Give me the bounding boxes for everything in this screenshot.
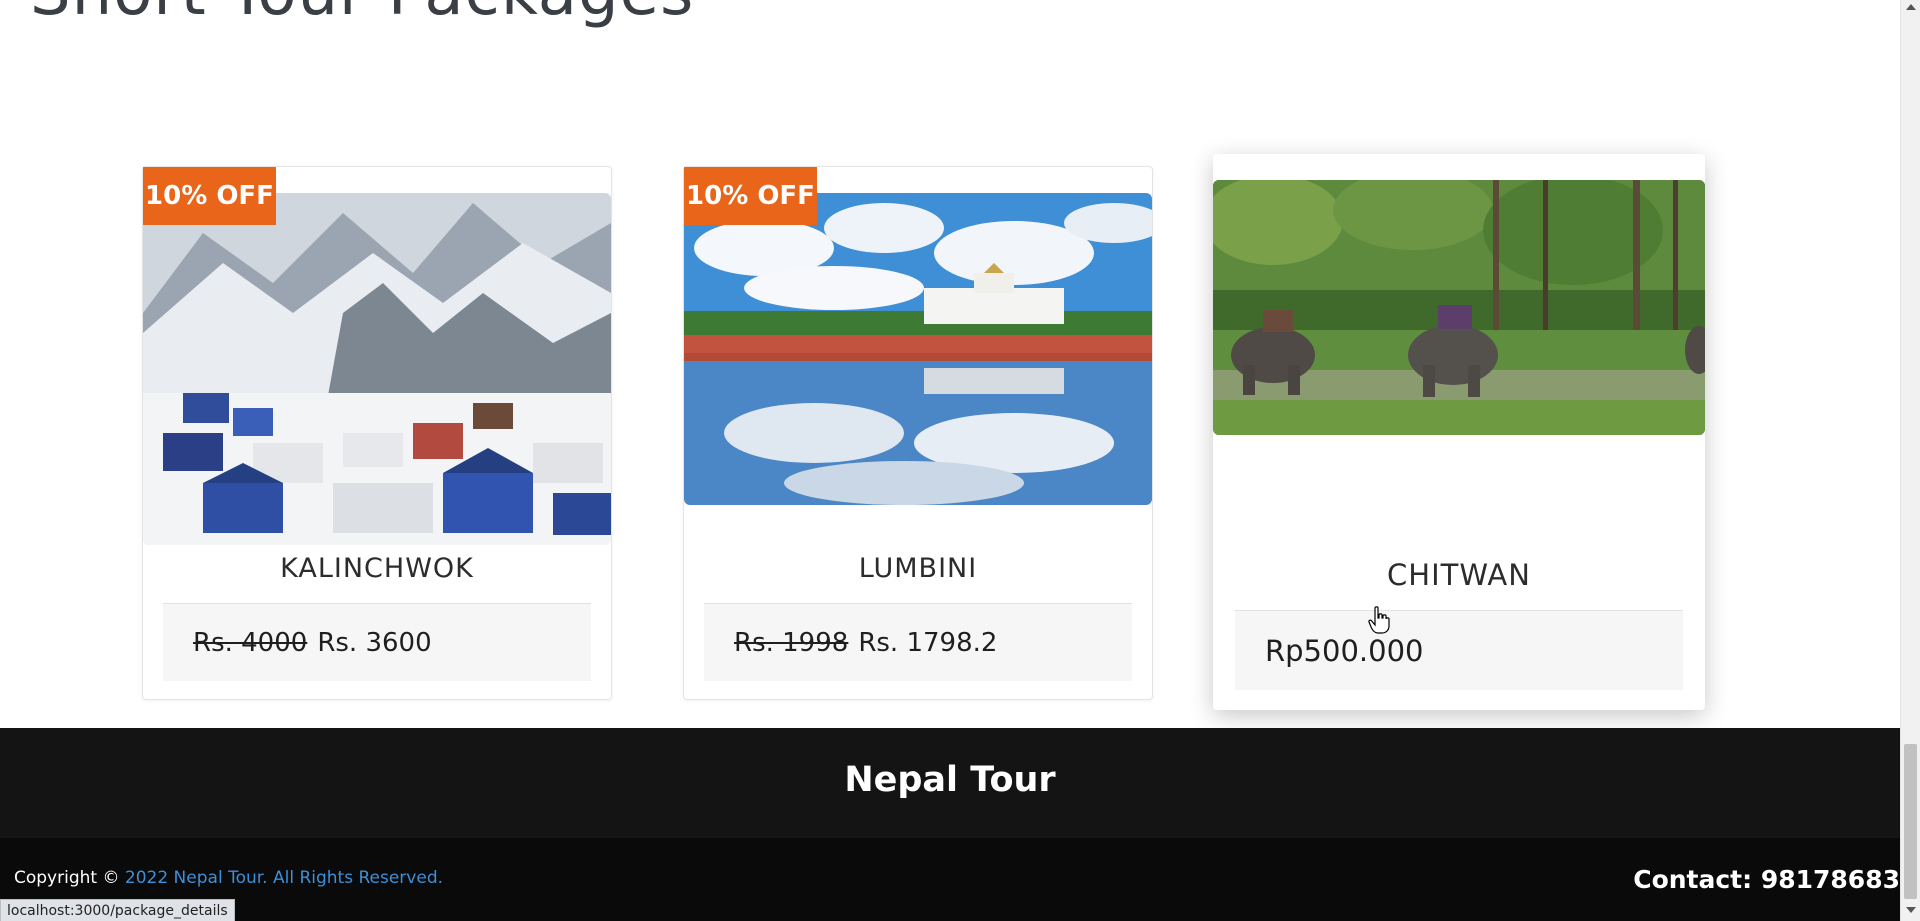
scroll-down-arrow-icon[interactable]: [1906, 907, 1916, 913]
scrollbar-thumb[interactable]: [1904, 744, 1917, 899]
package-image-chitwan[interactable]: [1213, 180, 1705, 435]
package-card-kalinchwok[interactable]: 10% OFF KALINCHWOK Rs. 4000 Rs. 3600: [142, 166, 612, 700]
price-box: Rp500.000: [1235, 610, 1683, 690]
scroll-up-arrow-icon[interactable]: [1906, 4, 1916, 10]
discount-badge: 10% OFF: [684, 167, 817, 225]
page: Short Tour Packages 10% OFF: [0, 0, 1920, 921]
package-card-chitwan[interactable]: CHITWAN Rp500.000: [1213, 154, 1705, 710]
hand-cursor-icon: [1368, 606, 1390, 634]
elephant-safari-image: [1213, 180, 1705, 435]
package-name: CHITWAN: [1387, 558, 1531, 592]
footer-brand-title: Nepal Tour: [844, 760, 1056, 800]
old-price: Rs. 4000: [193, 628, 308, 658]
footer-brand: Nepal Tour: [0, 728, 1900, 838]
copyright-link[interactable]: 2022 Nepal Tour. All Rights Reserved.: [125, 868, 443, 888]
package-card-lumbini[interactable]: 10% OFF LUMBINI Rs. 1998 Rs. 1798.2: [683, 166, 1153, 700]
copyright: Copyright © 2022 Nepal Tour. All Rights …: [14, 868, 443, 888]
contact-info: Contact: 98178683: [1633, 865, 1900, 894]
current-price: Rs. 1798.2: [858, 628, 998, 658]
price-box: Rs. 4000 Rs. 3600: [163, 603, 591, 681]
temple-pond-image: [684, 193, 1152, 505]
current-price: Rp500.000: [1265, 634, 1424, 668]
section-title: Short Tour Packages: [30, 0, 694, 30]
current-price: Rs. 3600: [317, 628, 432, 658]
package-image-kalinchwok[interactable]: [143, 193, 611, 545]
copyright-prefix: Copyright ©: [14, 868, 120, 888]
discount-badge: 10% OFF: [143, 167, 276, 225]
old-price: Rs. 1998: [734, 628, 849, 658]
package-image-lumbini[interactable]: [684, 193, 1152, 505]
package-name: KALINCHWOK: [280, 553, 474, 584]
status-bar-url: localhost:3000/package_details: [0, 899, 235, 921]
snowy-village-image: [143, 193, 611, 545]
page-scrollbar[interactable]: [1900, 0, 1920, 921]
package-name: LUMBINI: [858, 553, 978, 584]
footer-bottom: Copyright © 2022 Nepal Tour. All Rights …: [0, 838, 1900, 921]
price-box: Rs. 1998 Rs. 1798.2: [704, 603, 1132, 681]
